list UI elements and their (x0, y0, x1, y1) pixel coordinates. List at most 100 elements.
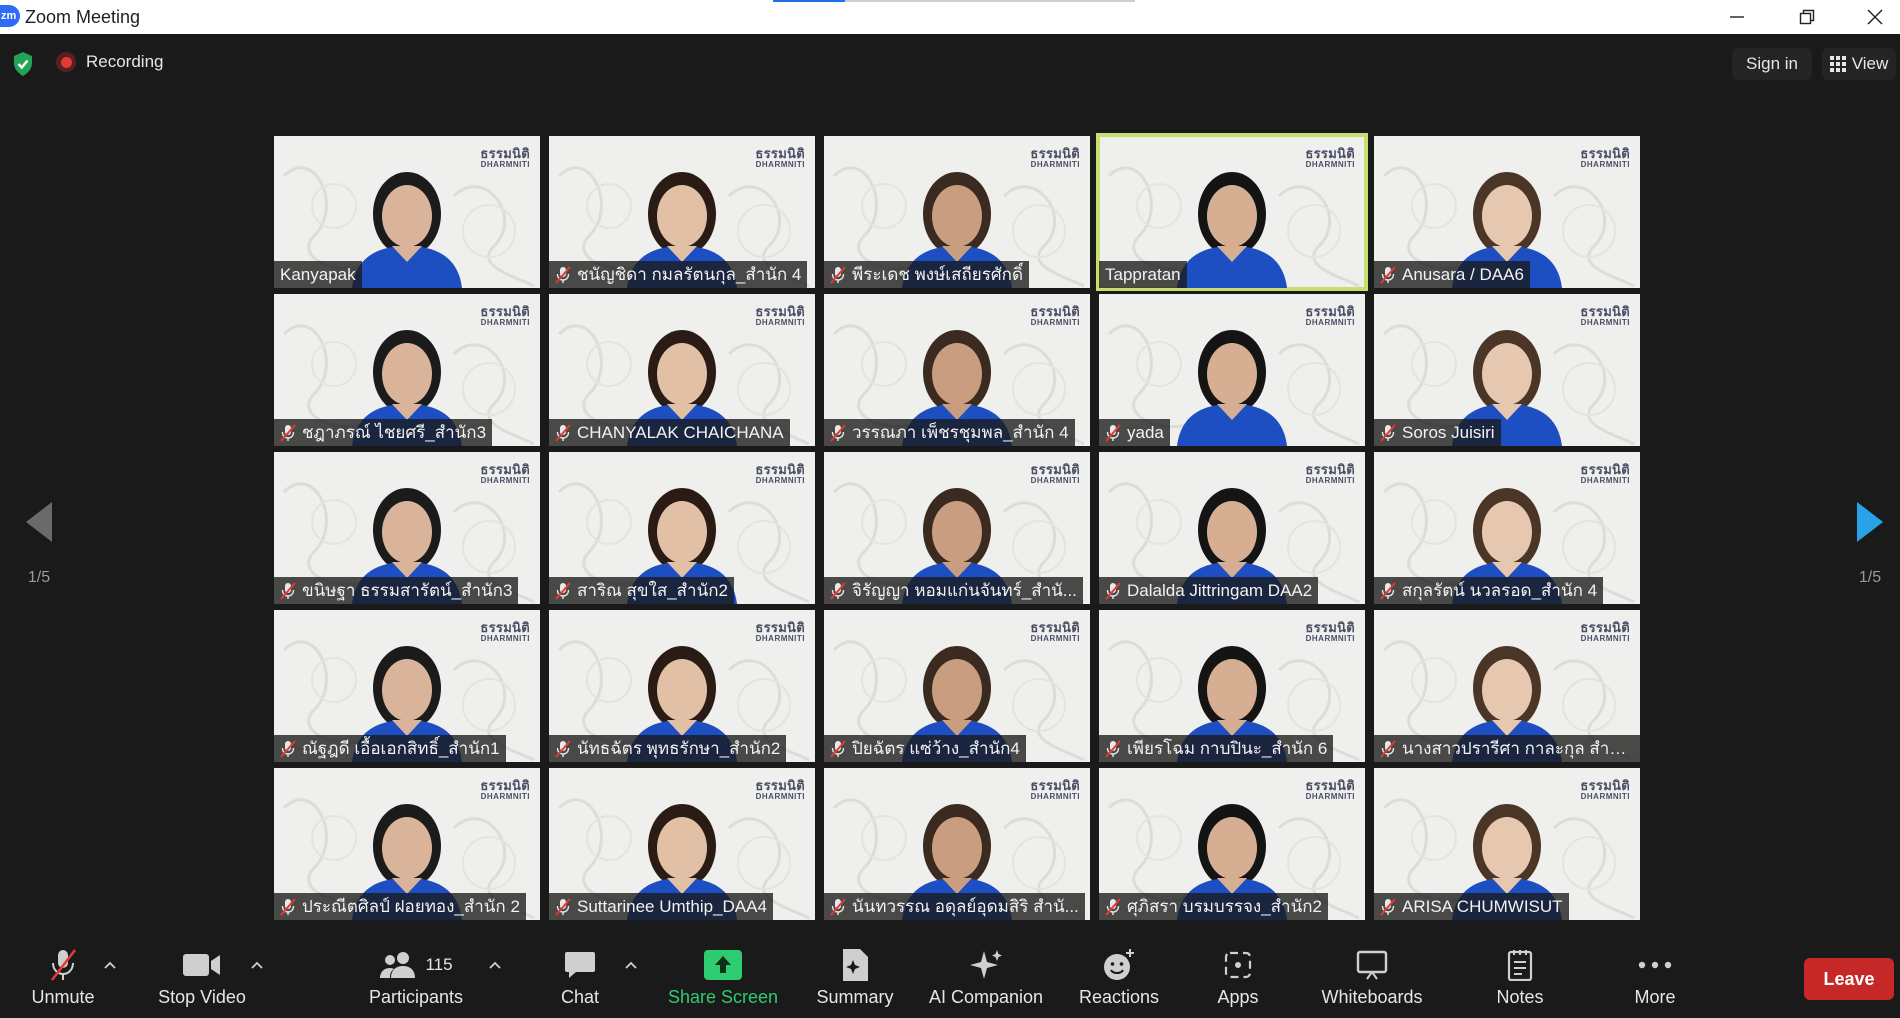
participant-tile[interactable]: ธรรมนิติ DHARMNITI จิรัญญา หอมแก่นจันทร์_ส… (824, 452, 1090, 604)
microphone-muted-icon (280, 739, 296, 758)
restore-button[interactable] (1782, 0, 1832, 34)
chevron-up-icon[interactable] (250, 960, 264, 970)
participant-name-bar: นางสาวปรารีศา กาละกุล สำนั... (1374, 735, 1640, 762)
stop-video-button[interactable]: Stop Video (150, 948, 254, 1012)
participants-button[interactable]: 115 Participants (366, 948, 466, 1012)
participant-name: ชนัญชิดา กมลรัตนกุล_สำนัก 4 (577, 265, 802, 284)
participant-name-bar: ขนิษฐา ธรรมสารัตน์_สำนัก3 (274, 577, 519, 604)
participant-name: สาริณ สุขใส_สำนัก2 (577, 581, 728, 600)
participant-tile[interactable]: ธรรมนิติ DHARMNITI Anusara / DAA6 (1374, 136, 1640, 288)
notes-button[interactable]: Notes (1494, 948, 1546, 1012)
view-label: View (1851, 54, 1889, 73)
participant-tile[interactable]: ธรรมนิติ DHARMNITI ชฎาภรณ์ ไชยศรี_สำนัก3 (274, 294, 540, 446)
apps-button[interactable]: Apps (1212, 948, 1264, 1012)
participant-name-bar: Anusara / DAA6 (1374, 261, 1530, 288)
participant-name: ณัฐฎดี เอื้อเอกสิทธิ์_สำนัก1 (302, 739, 500, 758)
participant-tile[interactable]: ธรรมนิติ DHARMNITI นางสาวปรารีศา กาละกุล ส… (1374, 610, 1640, 762)
previous-page-button[interactable]: 1/5 (9, 500, 69, 587)
participant-tile[interactable]: ธรรมนิติ DHARMNITI yada (1099, 294, 1365, 446)
next-page-button[interactable]: 1/5 (1840, 500, 1900, 587)
participant-tile[interactable]: ธรรมนิติ DHARMNITI พีระเดช พงษ์เสถียรศักดิ… (824, 136, 1090, 288)
participant-tile[interactable]: ธรรมนิติ DHARMNITI ARISA CHUMWISUT (1374, 768, 1640, 920)
participant-tile[interactable]: ธรรมนิติ DHARMNITI ณัฐฎดี เอื้อเอกสิทธิ์_ส… (274, 610, 540, 762)
leave-button[interactable]: Leave (1804, 958, 1894, 1000)
participant-tile[interactable]: ธรรมนิติ DHARMNITI Tappratan (1096, 133, 1368, 291)
participant-name-bar: นันทวรรณ อดุลย์อุดมสิริ สำนั... (824, 893, 1085, 920)
participant-tile[interactable]: ธรรมนิติ DHARMNITI สาริณ สุขใส_สำนัก2 (549, 452, 815, 604)
participant-tile[interactable]: ธรรมนิติ DHARMNITI เพียรโฉม กาบปินะ_สำนัก … (1099, 610, 1365, 762)
participant-tile[interactable]: ธรรมนิติ DHARMNITI ประณีตศิลป์ ฝอยทอง_สำนั… (274, 768, 540, 920)
record-icon (56, 52, 76, 72)
chat-label: Chat (560, 987, 600, 1007)
participant-name-bar: เพียรโฉม กาบปินะ_สำนัก 6 (1099, 735, 1334, 762)
participant-name-bar: Dalalda Jittringam DAA2 (1099, 577, 1319, 604)
participant-tile[interactable]: ธรรมนิติ DHARMNITI ชนัญชิดา กมลรัตนกุล_สำน… (549, 136, 815, 288)
chat-button[interactable]: Chat (555, 948, 605, 1012)
chevron-up-icon[interactable] (624, 960, 638, 970)
minimize-button[interactable] (1712, 0, 1762, 34)
video-gallery: ธรรมนิติ DHARMNITI Kanyapak ธรรมนิติ DHARMNI… (274, 133, 1640, 920)
close-icon (1867, 9, 1883, 25)
recording-indicator[interactable]: Recording (56, 52, 164, 72)
participant-name: ปิยฉัตร แซ่ว้าง_สำนัก4 (852, 739, 1020, 758)
participant-name-bar: yada (1099, 419, 1170, 446)
participant-tile[interactable]: ธรรมนิติ DHARMNITI วรรณภา เพ็ชรชุมพล_สำนัก… (824, 294, 1090, 446)
participant-name: นัทธฉัตร พุทธรักษา_สำนัก2 (577, 739, 781, 758)
participant-tile[interactable]: ธรรมนิติ DHARMNITI สกุลรัตน์ นวลรอด_สำนัก … (1374, 452, 1640, 604)
participant-name: Suttarinee Umthip_DAA4 (577, 897, 767, 916)
share-screen-button[interactable]: Share Screen (664, 948, 782, 1012)
participant-name-bar: ปิยฉัตร แซ่ว้าง_สำนัก4 (824, 735, 1026, 762)
arrow-right-icon (1857, 502, 1883, 542)
participant-name: เพียรโฉม กาบปินะ_สำนัก 6 (1127, 739, 1328, 758)
participants-label: Participants (368, 987, 464, 1007)
whiteboard-icon (1356, 950, 1388, 980)
participant-tile[interactable]: ธรรมนิติ DHARMNITI นัทธฉัตร พุทธรักษา_สำนั… (549, 610, 815, 762)
more-label: More (1634, 987, 1676, 1007)
ai-companion-button[interactable]: AI Companion (924, 948, 1048, 1012)
microphone-muted-icon (830, 581, 846, 600)
microphone-muted-icon (280, 423, 296, 442)
participant-name: ขนิษฐา ธรรมสารัตน์_สำนัก3 (302, 581, 513, 600)
page-indicator-right: 1/5 (1858, 569, 1882, 586)
chevron-up-icon[interactable] (103, 960, 117, 970)
view-button[interactable]: View (1822, 48, 1896, 80)
participants-count: 115 (425, 955, 453, 974)
participant-tile[interactable]: ธรรมนิติ DHARMNITI Soros Juisiri (1374, 294, 1640, 446)
participant-name-bar: ศุภิสรา บรมบรรจง_สำนัก2 (1099, 893, 1328, 920)
participant-tile[interactable]: ธรรมนิติ DHARMNITI ปิยฉัตร แซ่ว้าง_สำนัก4 (824, 610, 1090, 762)
chevron-up-icon[interactable] (488, 960, 502, 970)
participant-name-bar: Tappratan (1099, 261, 1187, 288)
participant-name-bar: วรรณภา เพ็ชรชุมพล_สำนัก 4 (824, 419, 1075, 446)
microphone-muted-icon (280, 581, 296, 600)
shield-icon[interactable] (12, 51, 34, 77)
microphone-muted-icon (50, 949, 77, 981)
microphone-muted-icon (555, 581, 571, 600)
participant-tile[interactable]: ธรรมนิติ DHARMNITI ขนิษฐา ธรรมสารัตน์_สำนั… (274, 452, 540, 604)
more-button[interactable]: More (1630, 948, 1680, 1012)
sign-in-button[interactable]: Sign in (1732, 48, 1812, 80)
close-button[interactable] (1850, 0, 1900, 34)
sparkle-icon (970, 950, 1002, 979)
participant-tile[interactable]: ธรรมนิติ DHARMNITI ศุภิสรา บรมบรรจง_สำนัก2 (1099, 768, 1365, 920)
participant-name-bar: ประณีตศิลป์ ฝอยทอง_สำนัก 2 (274, 893, 526, 920)
unmute-button[interactable]: Unmute (20, 948, 106, 1012)
participant-tile[interactable]: ธรรมนิติ DHARMNITI Kanyapak (274, 136, 540, 288)
whiteboards-button[interactable]: Whiteboards (1318, 948, 1426, 1012)
microphone-muted-icon (830, 897, 846, 916)
reactions-button[interactable]: Reactions (1074, 948, 1164, 1012)
participant-name: ชฎาภรณ์ ไชยศรี_สำนัก3 (302, 423, 487, 442)
more-dots-icon (1638, 961, 1672, 969)
recording-label: Recording (86, 52, 164, 71)
page-indicator-left: 1/5 (27, 569, 51, 586)
participant-name: Soros Juisiri (1402, 423, 1495, 442)
participant-tile[interactable]: ธรรมนิติ DHARMNITI Suttarinee Umthip_DAA4 (549, 768, 815, 920)
summary-button[interactable]: Summary (810, 948, 900, 1012)
participant-tile[interactable]: ธรรมนิติ DHARMNITI นันทวรรณ อดุลย์อุดมสิริ… (824, 768, 1090, 920)
participant-tile[interactable]: ธรรมนิติ DHARMNITI CHANYALAK CHAICHANA (549, 294, 815, 446)
participant-name: สกุลรัตน์ นวลรอด_สำนัก 4 (1402, 581, 1598, 600)
microphone-muted-icon (830, 423, 846, 442)
tab-indicator (773, 0, 845, 2)
participant-tile[interactable]: ธรรมนิติ DHARMNITI Dalalda Jittringam DAA2 (1099, 452, 1365, 604)
microphone-muted-icon (555, 265, 571, 284)
minimize-icon (1730, 16, 1744, 18)
